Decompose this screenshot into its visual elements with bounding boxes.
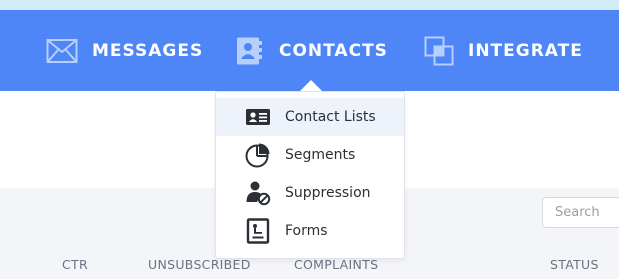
column-header-ctr[interactable]: CTR <box>62 257 88 272</box>
address-book-icon <box>235 36 265 66</box>
user-blocked-icon <box>244 181 272 206</box>
menu-item-segments[interactable]: Segments <box>216 136 404 174</box>
menu-item-forms[interactable]: Forms <box>216 212 404 250</box>
contacts-dropdown-menu: Contact Lists Segments Suppression Forms <box>215 91 405 259</box>
dropdown-caret <box>300 80 322 91</box>
contact-card-icon <box>244 105 272 129</box>
menu-label-contact-lists: Contact Lists <box>285 109 376 125</box>
nav-label-contacts: CONTACTS <box>279 40 388 61</box>
nav-label-messages: MESSAGES <box>92 40 204 61</box>
column-header-unsubscribed[interactable]: UNSUBSCRIBED <box>148 257 251 272</box>
menu-label-suppression: Suppression <box>285 185 371 201</box>
menu-item-suppression[interactable]: Suppression <box>216 174 404 212</box>
menu-item-contact-lists[interactable]: Contact Lists <box>216 98 404 136</box>
integrate-icon <box>424 36 454 66</box>
menu-label-forms: Forms <box>285 223 328 239</box>
main-navbar: MESSAGES CONTACTS INTEGRATE <box>0 10 619 91</box>
column-header-status[interactable]: STATUS <box>550 257 599 272</box>
nav-item-messages[interactable]: MESSAGES <box>46 10 203 91</box>
pie-chart-icon <box>244 143 272 168</box>
nav-item-contacts[interactable]: CONTACTS <box>235 10 388 91</box>
search-input[interactable] <box>542 197 619 228</box>
top-strip <box>0 0 619 10</box>
nav-item-integrate[interactable]: INTEGRATE <box>424 10 583 91</box>
envelope-icon <box>46 38 78 64</box>
nav-label-integrate: INTEGRATE <box>468 40 583 61</box>
menu-label-segments: Segments <box>285 147 356 163</box>
column-header-complaints[interactable]: COMPLAINTS <box>294 257 378 272</box>
form-document-icon <box>244 218 272 244</box>
